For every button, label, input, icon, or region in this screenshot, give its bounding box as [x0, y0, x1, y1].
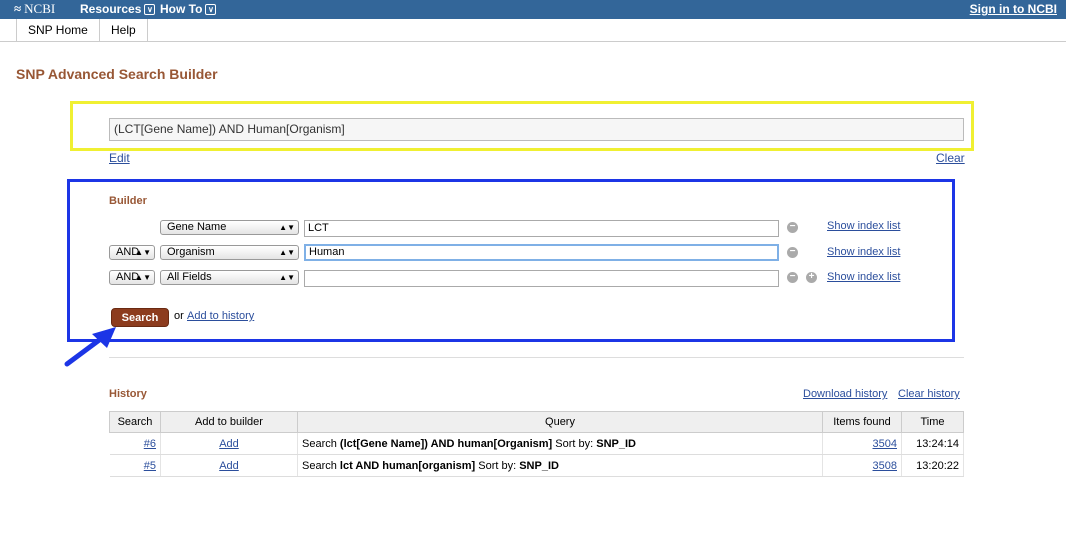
operator-select-3[interactable]: AND ▲▼: [109, 270, 155, 285]
items-cell: 3508: [822, 454, 902, 477]
chevron-down-icon: ∨: [144, 4, 156, 15]
field-select-2[interactable]: Organism ▲▼: [160, 245, 299, 260]
sort-text: Sort by:: [552, 437, 597, 450]
remove-row-icon[interactable]: −: [787, 247, 798, 258]
sort-value: SNP_ID: [519, 459, 559, 472]
search-number-link[interactable]: #5: [144, 460, 156, 472]
add-row-icon[interactable]: +: [806, 272, 817, 283]
query-prefix: Search: [302, 437, 340, 450]
col-time: Time: [901, 411, 964, 433]
field-select-3[interactable]: All Fields ▲▼: [160, 270, 299, 285]
field-select-value: All Fields: [167, 271, 212, 283]
select-arrows-icon: ▲▼: [279, 223, 295, 232]
operator-select-2[interactable]: AND ▲▼: [109, 245, 155, 260]
howto-label: How To: [160, 2, 203, 16]
resources-menu[interactable]: Resources ∨: [80, 2, 156, 16]
col-items-found: Items found: [822, 411, 902, 433]
items-cell: 3504: [822, 432, 902, 455]
clear-history-link[interactable]: Clear history: [898, 388, 960, 400]
page-title: SNP Advanced Search Builder: [16, 66, 218, 82]
or-text: or: [174, 310, 184, 322]
add-link[interactable]: Add: [219, 460, 239, 472]
show-index-list-link-3[interactable]: Show index list: [827, 271, 900, 283]
pointer-arrow-icon: [64, 327, 116, 367]
term-input-1[interactable]: LCT: [304, 220, 779, 237]
field-select-value: Organism: [167, 246, 215, 258]
add-cell: Add: [160, 454, 298, 477]
query-cell: Search lct AND human[organism] Sort by: …: [297, 454, 823, 477]
show-index-list-link-1[interactable]: Show index list: [827, 220, 900, 232]
ncbi-logo[interactable]: ≈ NCBI: [14, 1, 55, 17]
query-text: lct AND human[organism]: [339, 459, 476, 472]
edit-link[interactable]: Edit: [109, 151, 130, 165]
query-cell: Search (lct[Gene Name]) AND human[Organi…: [297, 432, 823, 455]
select-arrows-icon: ▲▼: [135, 248, 151, 257]
search-cell: #5: [109, 454, 161, 477]
add-cell: Add: [160, 432, 298, 455]
search-cell: #6: [109, 432, 161, 455]
show-index-list-link-2[interactable]: Show index list: [827, 246, 900, 258]
term-input-2[interactable]: Human: [304, 244, 779, 261]
field-select-1[interactable]: Gene Name ▲▼: [160, 220, 299, 235]
history-header-row: Search Add to builder Query Items found …: [109, 411, 964, 433]
chevron-down-icon: ∨: [205, 4, 217, 15]
divider: [109, 357, 964, 358]
items-found-link[interactable]: 3504: [873, 438, 897, 450]
select-arrows-icon: ▲▼: [279, 248, 295, 257]
history-table: Search Add to builder Query Items found …: [109, 411, 964, 477]
sub-navigation: SNP Home Help: [0, 19, 1066, 42]
ncbi-helix-icon: ≈: [14, 1, 22, 16]
builder-heading: Builder: [109, 195, 147, 207]
help-tab[interactable]: Help: [100, 19, 148, 41]
search-number-link[interactable]: #6: [144, 438, 156, 450]
sort-value: SNP_ID: [596, 437, 636, 450]
col-query: Query: [297, 411, 823, 433]
col-add-to-builder: Add to builder: [160, 411, 298, 433]
field-select-value: Gene Name: [167, 221, 227, 233]
add-to-history-link[interactable]: Add to history: [187, 310, 254, 322]
history-heading: History: [109, 388, 147, 400]
query-text: (lct[Gene Name]) AND human[Organism]: [339, 437, 553, 450]
time-cell: 13:20:22: [901, 454, 964, 477]
howto-menu[interactable]: How To ∨: [160, 2, 217, 16]
snp-home-tab[interactable]: SNP Home: [16, 19, 100, 41]
resources-label: Resources: [80, 2, 142, 16]
sort-text: Sort by:: [475, 459, 520, 472]
time-cell: 13:24:14: [901, 432, 964, 455]
table-row: #6 Add Search (lct[Gene Name]) AND human…: [109, 432, 964, 455]
ncbi-logo-text: NCBI: [24, 1, 56, 16]
ncbi-header-bar: ≈ NCBI Resources ∨ How To ∨ Sign in to NCBI: [0, 0, 1066, 19]
remove-row-icon[interactable]: −: [787, 222, 798, 233]
select-arrows-icon: ▲▼: [135, 273, 151, 282]
add-link[interactable]: Add: [219, 438, 239, 450]
query-box[interactable]: (LCT[Gene Name]) AND Human[Organism]: [109, 118, 964, 141]
download-history-link[interactable]: Download history: [803, 388, 887, 400]
remove-row-icon[interactable]: −: [787, 272, 798, 283]
select-arrows-icon: ▲▼: [279, 273, 295, 282]
clear-link[interactable]: Clear: [936, 151, 965, 165]
table-row: #5 Add Search lct AND human[organism] So…: [109, 454, 964, 477]
sign-in-link[interactable]: Sign in to NCBI: [970, 2, 1057, 16]
query-prefix: Search: [302, 459, 340, 472]
items-found-link[interactable]: 3508: [873, 460, 897, 472]
term-input-3[interactable]: [304, 270, 779, 287]
col-search: Search: [109, 411, 161, 433]
